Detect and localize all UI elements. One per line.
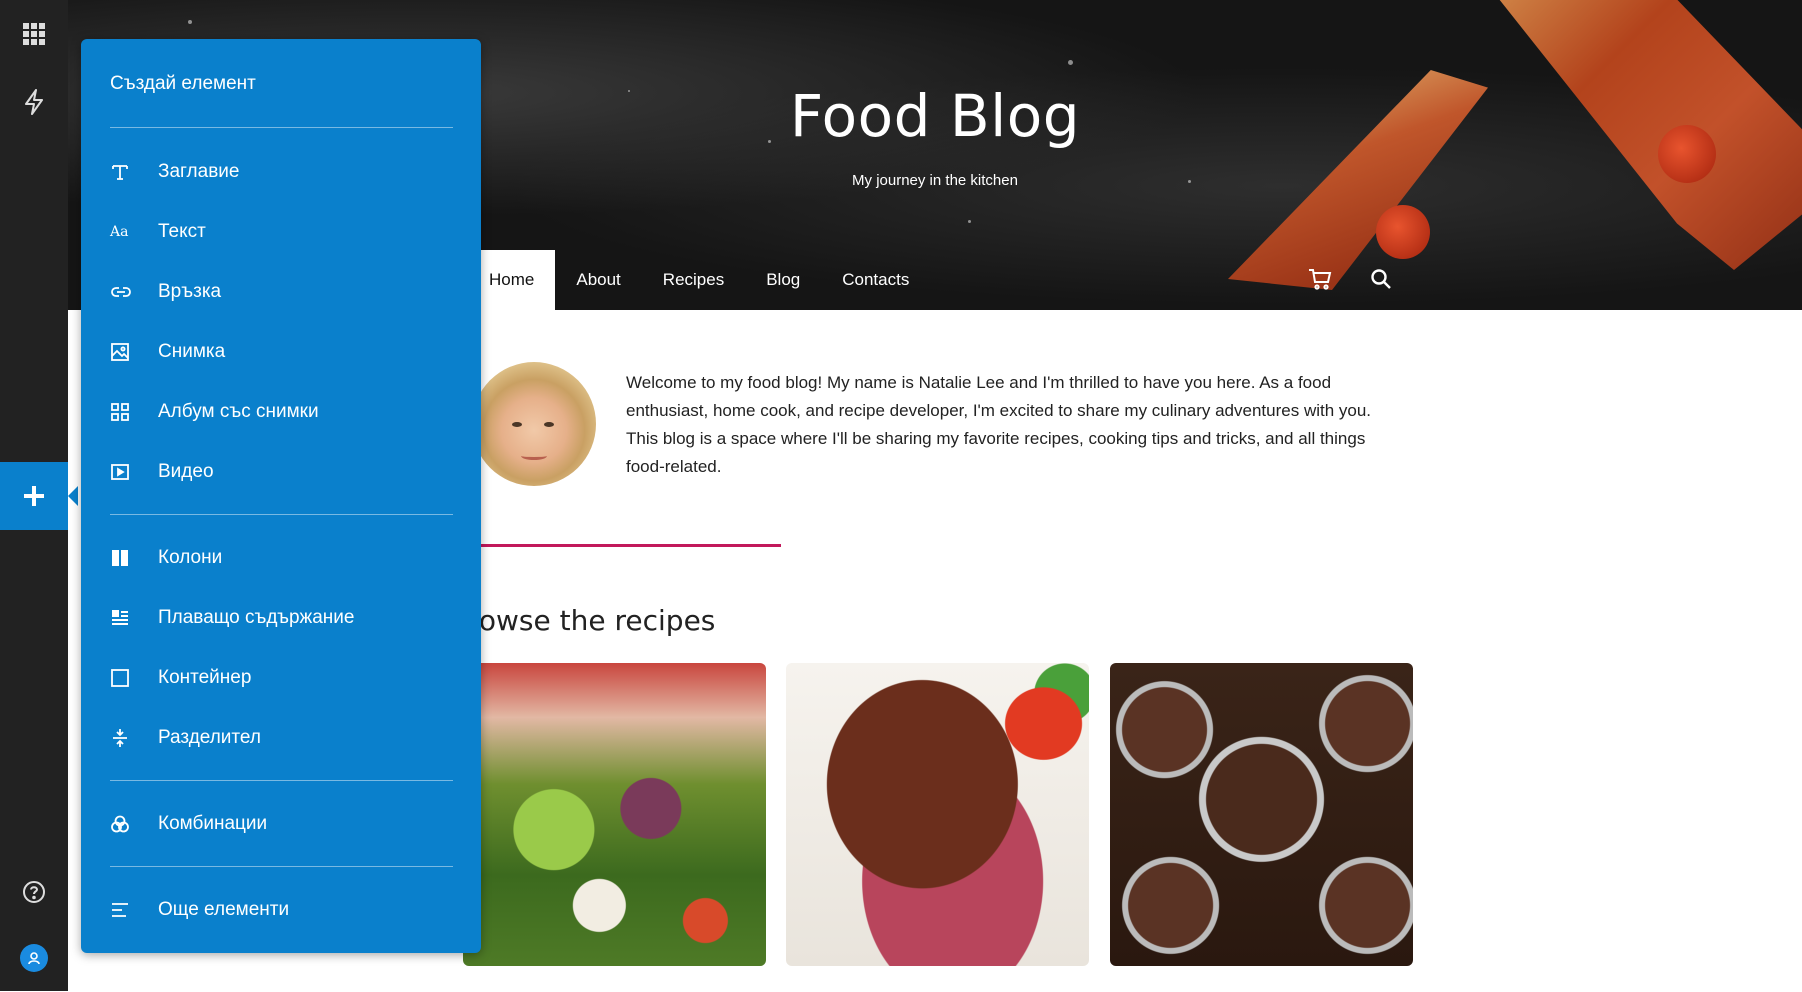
add-icon[interactable]: [0, 462, 78, 530]
panel-divider: [110, 780, 453, 781]
more-elements-icon: [110, 901, 158, 919]
author-photo: [472, 362, 596, 486]
panel-item-label: Снимка: [158, 341, 226, 362]
panel-item-title[interactable]: Заглавие: [110, 152, 453, 192]
main-nav: Home About Recipes Blog Contacts: [468, 250, 930, 310]
nav-home[interactable]: Home: [468, 250, 556, 310]
left-toolbar: [0, 0, 78, 992]
image-icon: [110, 342, 158, 362]
panel-item-divider[interactable]: Разделител: [110, 718, 453, 758]
divider-icon: [110, 727, 158, 749]
columns-icon: [110, 548, 158, 568]
panel-item-more-elements[interactable]: Още елементи: [110, 890, 453, 930]
recipe-card-steak[interactable]: [786, 663, 1089, 966]
panel-item-label: Текст: [158, 221, 206, 242]
tomato-image: [1376, 205, 1430, 259]
panel-item-image[interactable]: Снимка: [110, 332, 453, 372]
panel-item-columns[interactable]: Колони: [110, 538, 453, 578]
nav-recipes[interactable]: Recipes: [642, 250, 745, 310]
panel-item-label: Видео: [158, 461, 214, 482]
text-icon: Aa: [110, 224, 129, 240]
panel-item-video[interactable]: Видео: [110, 452, 453, 492]
user-icon[interactable]: [0, 924, 68, 992]
panel-item-label: Разделител: [158, 727, 261, 748]
panel-item-floating-content[interactable]: Плаващо съдържание: [110, 598, 453, 638]
gallery-icon: [110, 402, 158, 422]
panel-item-container[interactable]: Контейнер: [110, 658, 453, 698]
panel-item-text[interactable]: Aa Текст: [110, 212, 453, 252]
panel-item-gallery[interactable]: Албум със снимки: [110, 392, 453, 432]
recipes-heading: rowse the recipes: [468, 604, 716, 637]
title-icon: [110, 162, 158, 182]
panel-item-label: Албум със снимки: [158, 401, 319, 422]
panel-divider: [110, 514, 453, 515]
panel-item-label: Колони: [158, 547, 223, 568]
floating-content-icon: [110, 608, 158, 628]
panel-divider: [110, 127, 453, 128]
help-icon[interactable]: [0, 858, 68, 926]
panel-item-label: Още елементи: [158, 899, 290, 920]
panel-divider: [110, 866, 453, 867]
video-icon: [110, 463, 158, 481]
panel-item-label: Комбинации: [158, 813, 268, 834]
section-divider: [468, 544, 781, 547]
avatar: [20, 944, 48, 972]
search-icon[interactable]: [1370, 268, 1392, 295]
nav-contacts[interactable]: Contacts: [821, 250, 930, 310]
panel-item-label: Контейнер: [158, 667, 252, 688]
panel-item-combinations[interactable]: Комбинации: [110, 804, 453, 844]
nav-blog[interactable]: Blog: [745, 250, 821, 310]
combinations-icon: [110, 814, 158, 834]
panel-item-label: Заглавие: [158, 161, 240, 182]
nav-about[interactable]: About: [555, 250, 641, 310]
panel-item-link[interactable]: Връзка: [110, 272, 453, 312]
panel-title: Създай елемент: [110, 73, 256, 94]
create-element-panel: Създай елемент Заглавие Aa Текст Връзка …: [81, 39, 481, 953]
link-icon: [110, 285, 158, 299]
intro-text: Welcome to my food blog! My name is Nata…: [626, 373, 1372, 476]
cart-icon[interactable]: [1308, 268, 1332, 295]
recipe-card-muffins[interactable]: [1110, 663, 1413, 966]
panel-item-label: Плаващо съдържание: [158, 607, 355, 628]
lightning-icon[interactable]: [0, 68, 68, 136]
recipe-card-salad[interactable]: [463, 663, 766, 966]
panel-item-label: Връзка: [158, 281, 222, 302]
container-icon: [110, 668, 158, 688]
apps-grid-icon[interactable]: [0, 0, 68, 68]
